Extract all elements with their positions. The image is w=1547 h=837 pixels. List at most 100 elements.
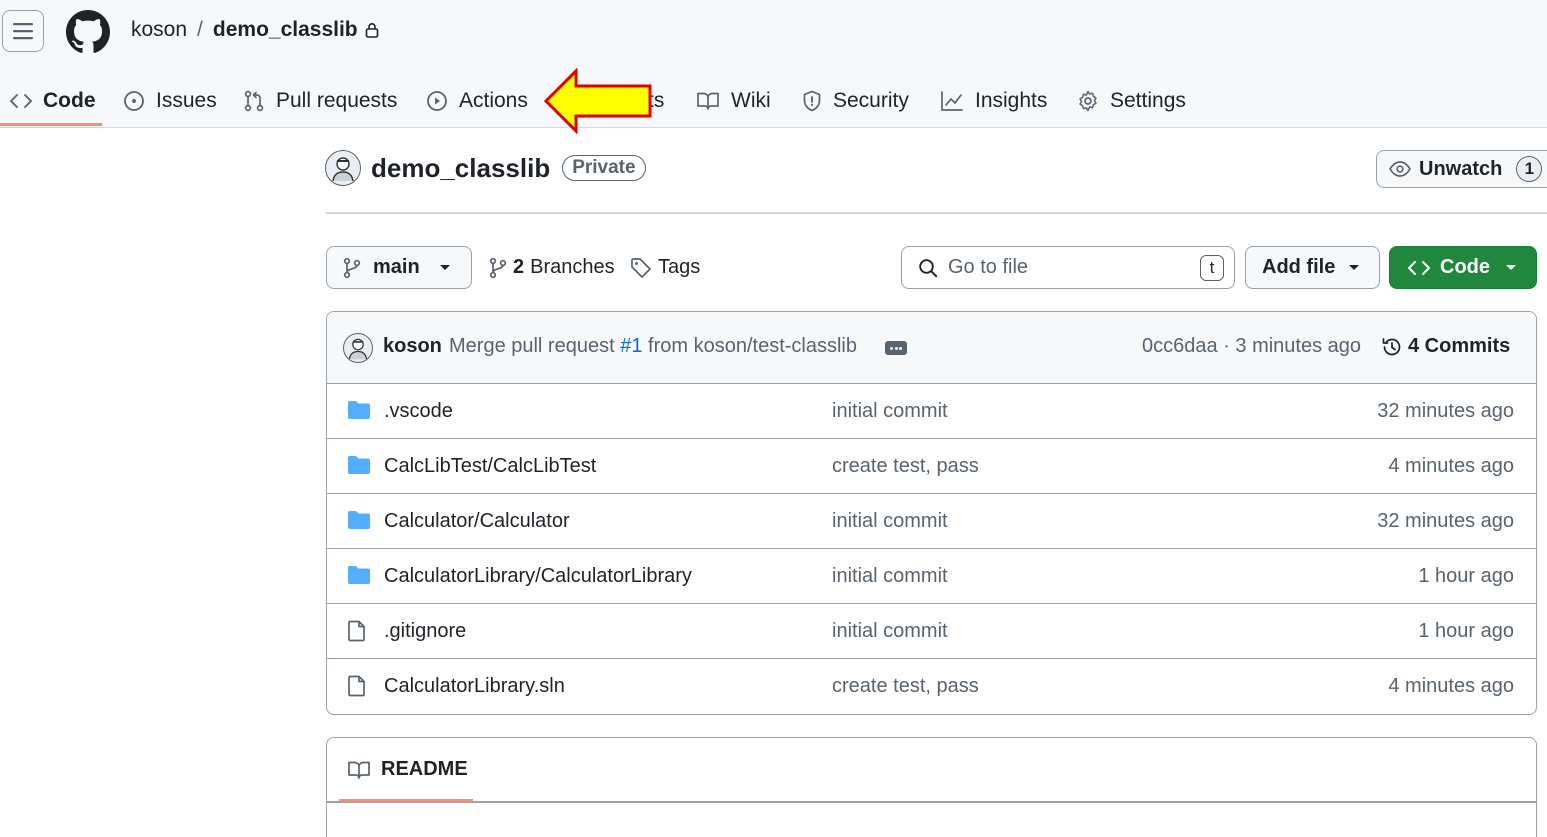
repo-title[interactable]: demo_classlib	[371, 153, 550, 184]
unwatch-button[interactable]: Unwatch 1	[1376, 150, 1547, 188]
file-name-link[interactable]: .vscode	[384, 400, 453, 423]
file-commit-message[interactable]: create test, pass	[832, 675, 979, 698]
avatar-icon	[348, 338, 368, 360]
readme-tab[interactable]: README	[347, 758, 468, 781]
git-pull-request-icon	[244, 90, 264, 112]
file-icon	[348, 620, 365, 642]
shield-icon	[803, 90, 821, 112]
branches-link[interactable]: 2 Branches	[489, 246, 615, 289]
pull-request-link[interactable]: #1	[620, 335, 642, 357]
readme-panel: README	[326, 737, 1537, 837]
avatar-icon	[332, 157, 354, 182]
commit-sha-and-time[interactable]: 0cc6daa · 3 minutes ago	[1142, 335, 1361, 358]
graph-icon	[941, 91, 963, 111]
tab-pull-requests[interactable]: Pull requests	[243, 74, 397, 128]
lock-icon	[365, 22, 379, 38]
commits-count-label: 4 Commits	[1408, 335, 1511, 357]
code-dropdown-button[interactable]: Code	[1389, 246, 1537, 289]
annotation-arrow-icon	[543, 68, 652, 134]
file-name-link[interactable]: Calculator/Calculator	[384, 510, 570, 533]
chevron-down-icon	[1506, 265, 1516, 270]
history-icon	[1382, 337, 1401, 355]
file-commit-message[interactable]: initial commit	[832, 565, 948, 588]
commit-author-link[interactable]: koson	[383, 335, 442, 358]
owner-avatar[interactable]	[325, 150, 361, 186]
file-row[interactable]: CalculatorLibrary/CalculatorLibrary init…	[327, 549, 1536, 604]
file-name-link[interactable]: .gitignore	[384, 620, 466, 643]
file-row[interactable]: Calculator/Calculator initial commit 32 …	[327, 494, 1536, 549]
book-icon	[697, 92, 719, 110]
tab-pull-requests-label: Pull requests	[276, 89, 398, 112]
commit-author-avatar[interactable]	[343, 333, 373, 363]
file-commit-time: 32 minutes ago	[1377, 510, 1514, 532]
file-commit-message[interactable]: initial commit	[832, 620, 948, 643]
tab-security[interactable]: Security	[802, 74, 909, 128]
repo-header: koson / demo_classlib Code Issues Pull r…	[0, 0, 1547, 128]
file-name-link[interactable]: CalculatorLibrary/CalculatorLibrary	[384, 565, 692, 588]
github-logo-icon[interactable]	[66, 10, 110, 54]
tags-link[interactable]: Tags	[630, 246, 700, 289]
tab-actions[interactable]: Actions	[426, 74, 528, 128]
git-branch-icon	[343, 257, 361, 278]
expand-commit-button[interactable]	[885, 341, 907, 355]
commit-message[interactable]: Merge pull request #1 from koson/test-cl…	[449, 335, 857, 358]
tab-settings-label: Settings	[1110, 89, 1186, 112]
file-row[interactable]: CalcLibTest/CalcLibTest create test, pas…	[327, 439, 1536, 494]
code-button-label: Code	[1440, 256, 1490, 278]
breadcrumb-repo-link[interactable]: demo_classlib	[213, 18, 358, 42]
file-commit-message[interactable]: initial commit	[832, 400, 948, 423]
tab-code-label: Code	[43, 89, 96, 112]
tab-wiki[interactable]: Wiki	[696, 74, 771, 128]
readme-label: README	[381, 758, 468, 780]
file-commit-message[interactable]: create test, pass	[832, 455, 979, 478]
folder-icon	[348, 401, 370, 419]
tab-issues-label: Issues	[156, 89, 217, 112]
search-icon	[919, 258, 938, 277]
tab-settings[interactable]: Settings	[1077, 74, 1186, 128]
git-branch-icon	[489, 257, 507, 278]
folder-icon	[348, 456, 370, 474]
add-file-button[interactable]: Add file	[1245, 246, 1380, 289]
readme-tab-underline	[339, 799, 473, 802]
tab-security-label: Security	[833, 89, 909, 112]
breadcrumb-separator: /	[197, 18, 203, 41]
visibility-badge: Private	[562, 155, 646, 181]
branches-count: 2	[513, 256, 525, 278]
file-name-link[interactable]: CalculatorLibrary.sln	[384, 675, 565, 698]
commit-message-suffix: from koson/test-classlib	[648, 335, 857, 357]
go-to-file-search[interactable]: t	[901, 246, 1235, 289]
file-commit-time: 1 hour ago	[1418, 565, 1514, 587]
commit-message-prefix: Merge pull request	[449, 335, 615, 357]
gear-icon	[1079, 90, 1097, 112]
chevron-down-icon	[439, 265, 450, 270]
title-divider	[326, 212, 1547, 214]
folder-icon	[348, 566, 370, 584]
commits-history-link[interactable]: 4 Commits	[1381, 335, 1510, 358]
active-tab-underline	[0, 123, 102, 126]
folder-icon	[348, 511, 370, 529]
tab-code[interactable]: Code	[10, 74, 96, 128]
file-commit-message[interactable]: initial commit	[832, 510, 948, 533]
play-icon	[427, 91, 447, 111]
tab-issues[interactable]: Issues	[123, 74, 217, 128]
tag-icon	[631, 257, 651, 278]
chevron-down-icon	[1349, 265, 1360, 270]
file-commit-time: 1 hour ago	[1418, 620, 1514, 642]
file-row[interactable]: .gitignore initial commit 1 hour ago	[327, 604, 1536, 659]
file-commit-time: 32 minutes ago	[1377, 400, 1514, 422]
issue-opened-icon	[124, 91, 144, 111]
code-icon	[1408, 260, 1430, 275]
file-name-link[interactable]: CalcLibTest/CalcLibTest	[384, 455, 596, 478]
go-to-file-input[interactable]	[948, 256, 1178, 279]
tags-label: Tags	[658, 256, 701, 278]
latest-commit-bar: koson Merge pull request #1 from koson/t…	[327, 312, 1536, 384]
file-commit-time: 4 minutes ago	[1388, 455, 1514, 477]
branch-selector-button[interactable]: main	[326, 246, 472, 289]
menu-button[interactable]	[2, 10, 44, 52]
branches-label: Branches	[530, 256, 615, 278]
tab-insights[interactable]: Insights	[940, 74, 1047, 128]
breadcrumb-owner-link[interactable]: koson	[131, 18, 187, 42]
file-icon	[348, 675, 365, 697]
file-row[interactable]: .vscode initial commit 32 minutes ago	[327, 384, 1536, 439]
file-row[interactable]: CalculatorLibrary.sln create test, pass …	[327, 659, 1536, 714]
